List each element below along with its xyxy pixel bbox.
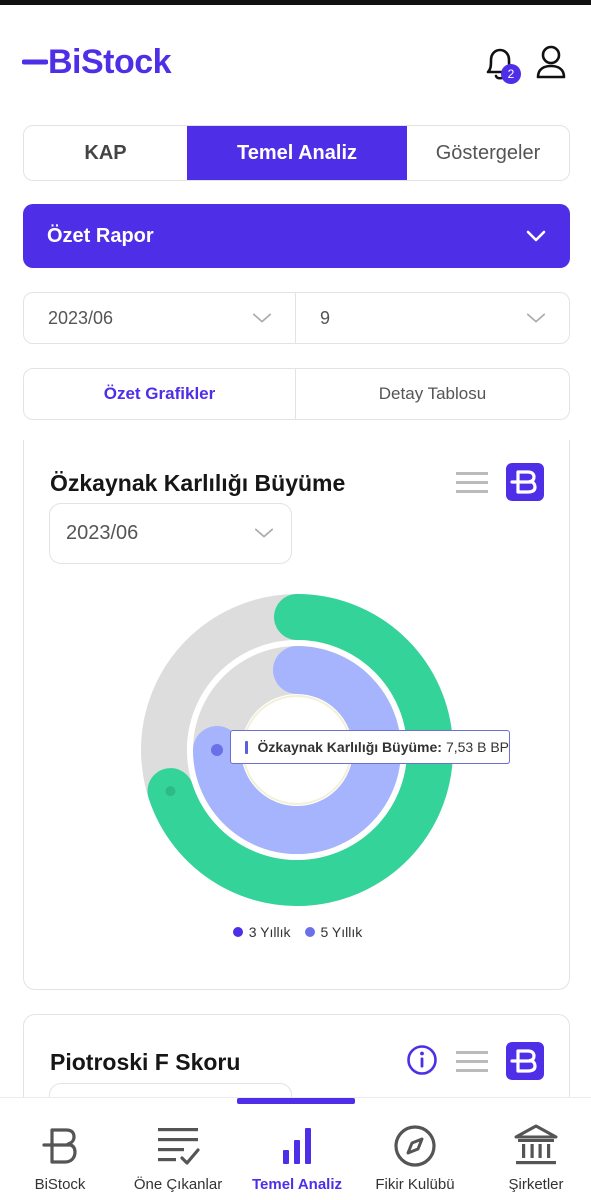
nav-one-cikanlar[interactable]: Öne Çıkanlar bbox=[126, 1098, 230, 1200]
brand-logo[interactable]: BiStock bbox=[22, 42, 172, 82]
nav-label: Öne Çıkanlar bbox=[133, 1176, 223, 1193]
nav-label: Şirketler bbox=[508, 1176, 564, 1193]
chart-card-ozkaynak: Özkaynak Karlılığı Büyüme 2023/06 Özkayn… bbox=[23, 440, 570, 990]
user-profile-icon[interactable] bbox=[534, 44, 568, 80]
tab-temel-analiz[interactable]: Temel Analiz bbox=[187, 126, 407, 180]
nav-label: BiStock bbox=[34, 1176, 86, 1193]
ring-5-yillik-marker bbox=[211, 744, 223, 756]
chart-title: Piotroski F Skoru bbox=[50, 1049, 241, 1075]
legend-item-5-yillik[interactable]: 5 Yıllık bbox=[304, 924, 363, 940]
notification-badge: 2 bbox=[501, 64, 521, 84]
legend-dot bbox=[304, 927, 315, 937]
brand-name: BiStock bbox=[48, 42, 172, 81]
bistock-logo-icon bbox=[22, 59, 48, 65]
period-selectors: 2023/06 9 bbox=[23, 292, 570, 344]
ring-3-yillik-marker bbox=[165, 786, 176, 797]
list-check-icon bbox=[158, 1128, 200, 1165]
report-type-select[interactable]: Özet Rapor bbox=[23, 204, 570, 268]
period-date-value: 2023/06 bbox=[48, 307, 114, 328]
period-month-value: 9 bbox=[320, 307, 331, 328]
tooltip-label: Özkaynak Karlılığı Büyüme: bbox=[257, 739, 442, 755]
nav-sirketler[interactable]: Şirketler bbox=[496, 1098, 576, 1200]
nav-fikir-kulubu[interactable]: Fikir Kulübü bbox=[366, 1098, 464, 1200]
legend-dot bbox=[232, 927, 243, 937]
chart-legend: 3 Yıllık 5 Yıllık bbox=[24, 924, 571, 940]
nav-label: Temel Analiz bbox=[251, 1176, 343, 1193]
tooltip-swatch bbox=[245, 740, 248, 754]
legend-label: 5 Yıllık bbox=[320, 924, 363, 940]
legend-item-3-yillik[interactable]: 3 Yıllık bbox=[232, 924, 291, 940]
tab-gostergeler[interactable]: Göstergeler bbox=[407, 126, 569, 180]
bistock-badge-icon[interactable] bbox=[506, 1042, 544, 1080]
chevron-down-icon bbox=[526, 230, 546, 242]
app-header: BiStock 2 bbox=[0, 30, 591, 100]
hamburger-menu-icon[interactable] bbox=[456, 1049, 488, 1073]
tab-kap[interactable]: KAP bbox=[24, 126, 187, 180]
bistock-b-icon bbox=[510, 1049, 537, 1073]
bottom-navigation: BiStock Öne Çıkanlar Temel Analiz Fikir … bbox=[0, 1097, 591, 1200]
report-type-value: Özet Rapor bbox=[47, 224, 154, 247]
nav-temel-analiz[interactable]: Temel Analiz bbox=[244, 1098, 350, 1200]
tab-detay-tablosu[interactable]: Detay Tablosu bbox=[296, 369, 569, 419]
period-date-select[interactable]: 2023/06 bbox=[24, 293, 296, 343]
chart-tooltip: Özkaynak Karlılığı Büyüme: 7,53 B BP bbox=[230, 730, 510, 764]
main-tabs: KAP Temel Analiz Göstergeler bbox=[23, 125, 570, 181]
bistock-logo-icon bbox=[42, 1128, 77, 1164]
donut-chart bbox=[141, 594, 453, 906]
bar-chart-icon bbox=[283, 1128, 311, 1164]
notifications-button[interactable]: 2 bbox=[482, 44, 521, 84]
chevron-down-icon bbox=[526, 313, 546, 323]
chevron-down-icon bbox=[252, 313, 272, 323]
compass-icon bbox=[394, 1125, 436, 1167]
bank-icon bbox=[514, 1124, 558, 1165]
tooltip-value: 7,53 B BP bbox=[445, 739, 509, 755]
nav-label: Fikir Kulübü bbox=[375, 1176, 455, 1193]
period-month-select[interactable]: 9 bbox=[296, 293, 569, 343]
status-bar bbox=[0, 0, 591, 5]
view-toggle: Özet Grafikler Detay Tablosu bbox=[23, 368, 570, 420]
tab-ozet-grafikler[interactable]: Özet Grafikler bbox=[24, 369, 296, 419]
legend-label: 3 Yıllık bbox=[248, 924, 291, 940]
info-icon[interactable] bbox=[406, 1044, 438, 1076]
nav-bistock[interactable]: BiStock bbox=[22, 1098, 98, 1200]
